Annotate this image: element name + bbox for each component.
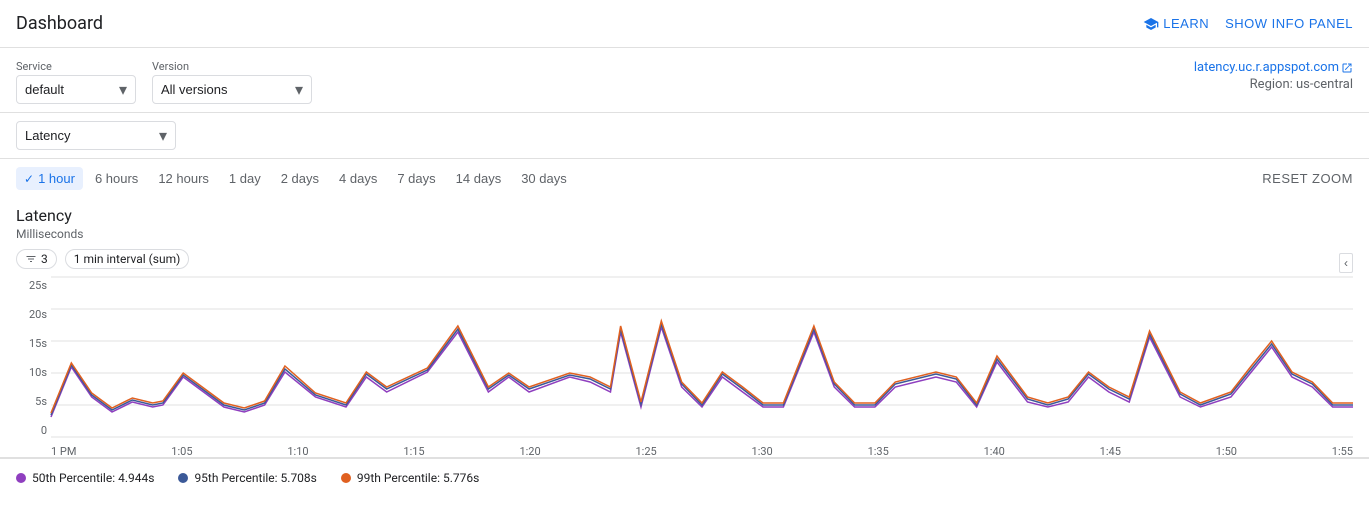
x-axis: 1 PM 1:05 1:10 1:15 1:20 1:25 1:30 1:35 …: [51, 441, 1353, 458]
time-4days-button[interactable]: 4 days: [331, 167, 385, 190]
x-label-105: 1:05: [171, 445, 192, 458]
line-95th: [51, 324, 1353, 415]
x-label-130: 1:30: [752, 445, 773, 458]
legend-dot-95th: [178, 473, 188, 483]
page-title: Dashboard: [16, 13, 103, 34]
legend-95th: 95th Percentile: 5.708s: [178, 471, 316, 485]
chart-subtitle: Milliseconds: [16, 227, 1353, 241]
y-label-10: 10s: [29, 366, 47, 379]
chart-svg: [51, 277, 1353, 437]
chart-filters: 3 1 min interval (sum) ‹: [16, 249, 1353, 269]
show-info-panel-button[interactable]: SHOW INFO PANEL: [1225, 16, 1353, 31]
x-label-125: 1:25: [635, 445, 656, 458]
time-options: ✓ 1 hour 6 hours 12 hours 1 day 2 days 4…: [16, 167, 575, 190]
time-1day-button[interactable]: 1 day: [221, 167, 269, 190]
service-select[interactable]: default: [25, 82, 115, 97]
x-label-135: 1:35: [868, 445, 889, 458]
line-99th: [51, 321, 1353, 413]
legend-50th: 50th Percentile: 4.944s: [16, 471, 154, 485]
time-row: ✓ 1 hour 6 hours 12 hours 1 day 2 days 4…: [0, 159, 1369, 198]
service-dropdown-icon: ▾: [119, 80, 127, 99]
chart-wrapper: 25s 20s 15s 10s 5s 0: [16, 277, 1353, 457]
legend-row: 50th Percentile: 4.944s 95th Percentile:…: [0, 458, 1369, 497]
y-axis: 25s 20s 15s 10s 5s 0: [16, 277, 51, 437]
check-icon: ✓: [24, 172, 34, 186]
y-label-20: 20s: [29, 308, 47, 321]
service-group: Service default ▾: [16, 60, 136, 104]
legend-label-50th: 50th Percentile: 4.944s: [32, 471, 154, 485]
region-info: latency.uc.r.appspot.com Region: us-cent…: [1194, 60, 1353, 92]
y-label-15: 15s: [29, 337, 47, 350]
x-label-1pm: 1 PM: [51, 445, 76, 458]
x-label-155: 1:55: [1332, 445, 1353, 458]
chart-plot-area: 1 PM 1:05 1:10 1:15 1:20 1:25 1:30 1:35 …: [51, 277, 1353, 457]
interval-badge: 1 min interval (sum): [65, 249, 190, 269]
time-7days-button[interactable]: 7 days: [389, 167, 443, 190]
filter-count: 3: [41, 252, 48, 266]
version-select[interactable]: All versions: [161, 82, 291, 97]
region-text: Region: us-central: [1194, 77, 1353, 92]
legend-99th: 99th Percentile: 5.776s: [341, 471, 479, 485]
time-12hours-button[interactable]: 12 hours: [150, 167, 217, 190]
x-label-140: 1:40: [984, 445, 1005, 458]
header: Dashboard LEARN SHOW INFO PANEL: [0, 0, 1369, 48]
time-14days-button[interactable]: 14 days: [448, 167, 510, 190]
controls-row: Service default ▾ Version All versions ▾…: [0, 48, 1369, 113]
x-label-145: 1:45: [1100, 445, 1121, 458]
time-2days-button[interactable]: 2 days: [273, 167, 327, 190]
external-link-icon: [1341, 62, 1353, 74]
region-link[interactable]: latency.uc.r.appspot.com: [1194, 60, 1353, 75]
graduation-icon: [1143, 16, 1159, 32]
filter-icon: [25, 253, 37, 265]
metric-dropdown-icon: ▾: [159, 126, 167, 145]
x-label-150: 1:50: [1216, 445, 1237, 458]
service-label: Service: [16, 60, 136, 73]
time-6hours-button[interactable]: 6 hours: [87, 167, 146, 190]
y-label-25: 25s: [29, 279, 47, 292]
metric-select-wrapper[interactable]: Latency ▾: [16, 121, 176, 150]
legend-label-95th: 95th Percentile: 5.708s: [194, 471, 316, 485]
legend-dot-99th: [341, 473, 351, 483]
learn-button[interactable]: LEARN: [1143, 16, 1209, 32]
header-actions: LEARN SHOW INFO PANEL: [1143, 16, 1353, 32]
legend-label-99th: 99th Percentile: 5.776s: [357, 471, 479, 485]
version-select-wrapper[interactable]: All versions ▾: [152, 75, 312, 104]
metric-select[interactable]: Latency: [25, 128, 155, 143]
time-30days-button[interactable]: 30 days: [513, 167, 575, 190]
legend-dot-50th: [16, 473, 26, 483]
x-label-120: 1:20: [519, 445, 540, 458]
service-select-wrapper[interactable]: default ▾: [16, 75, 136, 104]
x-label-110: 1:10: [287, 445, 308, 458]
version-dropdown-icon: ▾: [295, 80, 303, 99]
y-label-5: 5s: [35, 395, 47, 408]
chart-title: Latency: [16, 206, 1353, 225]
version-label: Version: [152, 60, 312, 73]
y-label-0: 0: [41, 424, 47, 437]
filter-badge[interactable]: 3: [16, 249, 57, 269]
x-label-115: 1:15: [403, 445, 424, 458]
reset-zoom-button[interactable]: RESET ZOOM: [1262, 171, 1353, 186]
chart-section: Latency Milliseconds 3 1 min interval (s…: [0, 198, 1369, 458]
version-group: Version All versions ▾: [152, 60, 312, 104]
controls-left: Service default ▾ Version All versions ▾: [16, 60, 312, 104]
collapse-chart-button[interactable]: ‹: [1339, 253, 1353, 273]
time-1hour-button[interactable]: ✓ 1 hour: [16, 167, 83, 190]
metric-row: Latency ▾: [0, 113, 1369, 159]
